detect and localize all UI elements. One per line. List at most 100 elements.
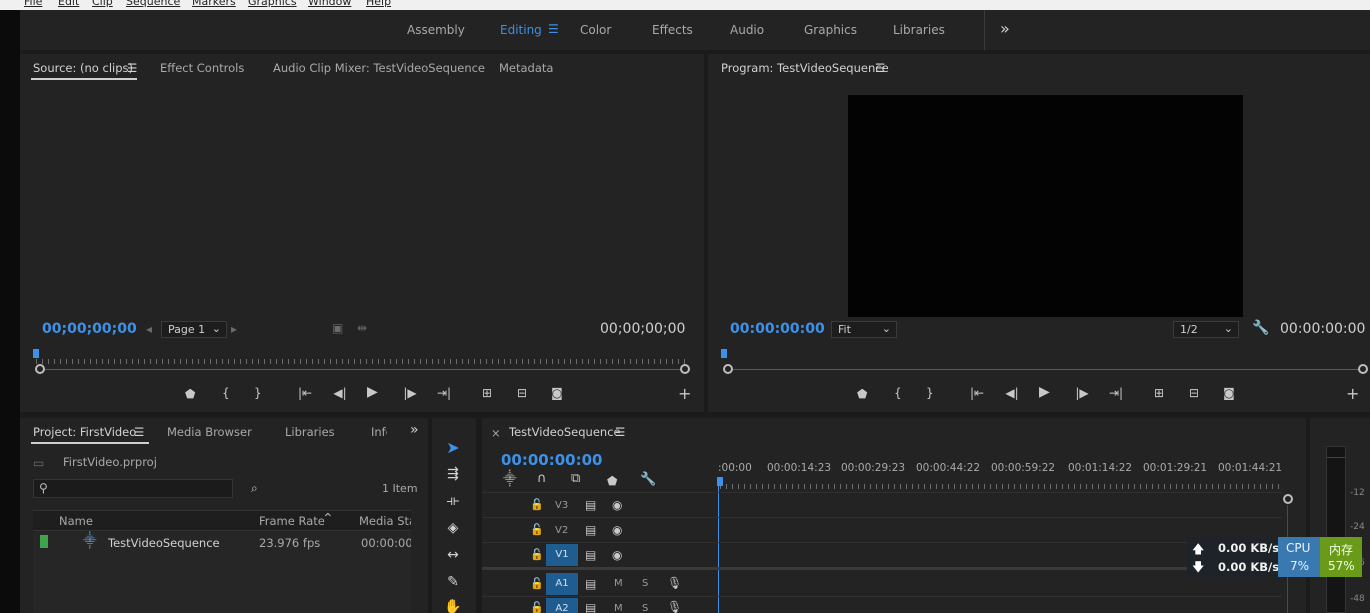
program-button-editor-icon[interactable]: + <box>1346 386 1359 402</box>
resolution-dropdown[interactable]: 1/2 ⌄ <box>1173 321 1239 338</box>
menu-markers[interactable]: Markers <box>192 0 236 8</box>
new-bin-icon[interactable]: ⌕ <box>251 482 258 494</box>
menu-help[interactable]: Help <box>366 0 391 8</box>
overwrite-icon[interactable]: ⊟ <box>512 387 532 399</box>
ripple-edit-tool-icon[interactable]: ⟛ <box>442 490 464 512</box>
zoom-handle-right[interactable] <box>680 364 690 374</box>
lock-icon[interactable]: 🔓 <box>530 499 544 511</box>
timeline-menu-icon[interactable]: ☰ <box>615 425 625 439</box>
program-mark-out-icon[interactable]: } <box>926 387 934 399</box>
menu-window[interactable]: Window <box>308 0 351 8</box>
menu-edit[interactable]: Edit <box>58 0 79 8</box>
eye-icon[interactable]: ◉ <box>612 499 622 511</box>
program-video-frame[interactable] <box>848 95 1243 317</box>
mute-button[interactable]: M <box>614 603 623 613</box>
timeline-scroll-top[interactable] <box>1283 494 1293 504</box>
program-go-to-in-icon[interactable]: |⇤ <box>968 387 986 399</box>
workspace-overflow-icon[interactable]: » <box>1000 19 1010 38</box>
program-play-icon[interactable]: ▶ <box>1039 385 1050 399</box>
close-sequence-icon[interactable]: × <box>491 426 501 440</box>
label-color-swatch[interactable] <box>40 535 48 548</box>
lock-icon[interactable]: 🔓 <box>530 549 544 561</box>
workspace-libraries[interactable]: Libraries <box>893 23 945 37</box>
menu-graphics[interactable]: Graphics <box>248 0 297 8</box>
workspace-audio[interactable]: Audio <box>730 23 764 37</box>
program-mark-in-icon[interactable]: { <box>894 387 902 399</box>
workspace-menu-icon[interactable]: ☰ <box>548 22 559 36</box>
slip-tool-icon[interactable]: ↔ <box>442 544 464 566</box>
lift-icon[interactable]: ⊞ <box>1149 387 1169 399</box>
eye-icon[interactable]: ◉ <box>612 524 622 536</box>
microphone-icon[interactable]: 🎙 <box>667 601 682 613</box>
tab-libraries[interactable]: Libraries <box>285 425 335 439</box>
mark-in-icon[interactable]: { <box>222 387 230 399</box>
program-menu-icon[interactable]: ☰ <box>875 61 885 75</box>
eye-icon[interactable]: ◉ <box>612 549 622 561</box>
insert-icon[interactable]: ⊞ <box>477 387 497 399</box>
track-a2[interactable]: A2 <box>546 598 578 613</box>
snap-icon[interactable]: ∩ <box>537 472 547 485</box>
go-to-in-icon[interactable]: |⇤ <box>296 387 314 399</box>
track-v3[interactable]: V3 <box>555 500 568 511</box>
step-back-icon[interactable]: ◀| <box>332 387 348 399</box>
menu-clip[interactable]: Clip <box>92 0 113 8</box>
microphone-icon[interactable]: 🎙 <box>667 577 682 589</box>
tab-metadata[interactable]: Metadata <box>499 61 553 75</box>
project-item-name[interactable]: TestVideoSequence <box>108 536 220 550</box>
column-frame-rate[interactable]: Frame Rate <box>259 514 325 528</box>
extract-icon[interactable]: ⊟ <box>1184 387 1204 399</box>
menu-sequence[interactable]: Sequence <box>126 0 180 8</box>
project-search-input[interactable]: ⚲ <box>33 479 233 498</box>
lock-icon[interactable]: 🔓 <box>530 524 544 536</box>
track-v1[interactable]: V1 <box>546 544 578 566</box>
project-overflow-icon[interactable]: » <box>410 422 419 438</box>
track-select-tool-icon[interactable]: ⇶ <box>442 463 464 485</box>
tab-sequence[interactable]: TestVideoSequence <box>509 425 621 439</box>
zoom-handle-left[interactable] <box>35 364 45 374</box>
program-export-frame-icon[interactable]: ◙ <box>1221 387 1237 399</box>
step-forward-icon[interactable]: |▶ <box>402 387 418 399</box>
mark-out-icon[interactable]: } <box>254 387 262 399</box>
tab-media-browser[interactable]: Media Browser <box>167 425 252 439</box>
program-title[interactable]: Program: TestVideoSequence <box>721 61 889 75</box>
safe-margins-icon[interactable]: ⇹ <box>357 322 367 334</box>
source-timecode[interactable]: 00;00;00;00 <box>42 321 137 337</box>
add-marker-icon[interactable]: ⬟ <box>185 388 195 400</box>
selection-tool-icon[interactable]: ➤ <box>442 437 464 459</box>
menu-file[interactable]: File <box>24 0 42 8</box>
source-menu-icon[interactable]: ☰ <box>127 61 137 75</box>
prev-page-icon[interactable]: ◂ <box>146 323 152 335</box>
razor-tool-icon[interactable]: ◈ <box>442 517 464 539</box>
tab-project[interactable]: Project: FirstVideo <box>33 425 136 439</box>
program-step-back-icon[interactable]: ◀| <box>1004 387 1020 399</box>
workspace-graphics[interactable]: Graphics <box>804 23 857 37</box>
pen-tool-icon[interactable]: ✎ <box>442 571 464 593</box>
program-go-to-out-icon[interactable]: ⇥| <box>1107 387 1125 399</box>
workspace-editing[interactable]: Editing <box>500 23 542 37</box>
export-frame-icon[interactable]: ◙ <box>549 387 565 399</box>
tab-audio-clip-mixer[interactable]: Audio Clip Mixer: TestVideoSequence <box>273 61 485 75</box>
settings-icon[interactable]: ▣ <box>332 322 343 334</box>
tab-info[interactable]: Info <box>371 425 387 439</box>
sync-lock-icon[interactable]: ▤ <box>585 549 596 561</box>
workspace-color[interactable]: Color <box>580 23 611 37</box>
program-zoom-right[interactable] <box>1358 364 1368 374</box>
lock-icon[interactable]: 🔓 <box>530 578 544 590</box>
sync-lock-icon[interactable]: ▤ <box>585 578 596 590</box>
program-timecode[interactable]: 00:00:00:00 <box>730 321 825 337</box>
sort-up-icon[interactable]: ⌃ <box>322 511 334 527</box>
program-step-forward-icon[interactable]: |▶ <box>1074 387 1090 399</box>
play-icon[interactable]: ▶ <box>367 385 378 399</box>
column-media-start[interactable]: Media Start <box>359 514 411 528</box>
add-marker-timeline-icon[interactable]: ⬟ <box>607 475 617 487</box>
hand-tool-icon[interactable]: ✋ <box>442 596 464 613</box>
tab-effect-controls[interactable]: Effect Controls <box>160 61 244 75</box>
timeline-ruler[interactable] <box>720 477 1280 489</box>
track-v2[interactable]: V2 <box>555 525 568 536</box>
timeline-playhead[interactable] <box>717 477 723 486</box>
workspace-effects[interactable]: Effects <box>652 23 693 37</box>
lock-icon[interactable]: 🔓 <box>530 602 544 613</box>
page-dropdown[interactable]: Page 1 ⌄ <box>161 321 227 338</box>
go-to-out-icon[interactable]: ⇥| <box>435 387 453 399</box>
program-zoom-left[interactable] <box>723 364 733 374</box>
